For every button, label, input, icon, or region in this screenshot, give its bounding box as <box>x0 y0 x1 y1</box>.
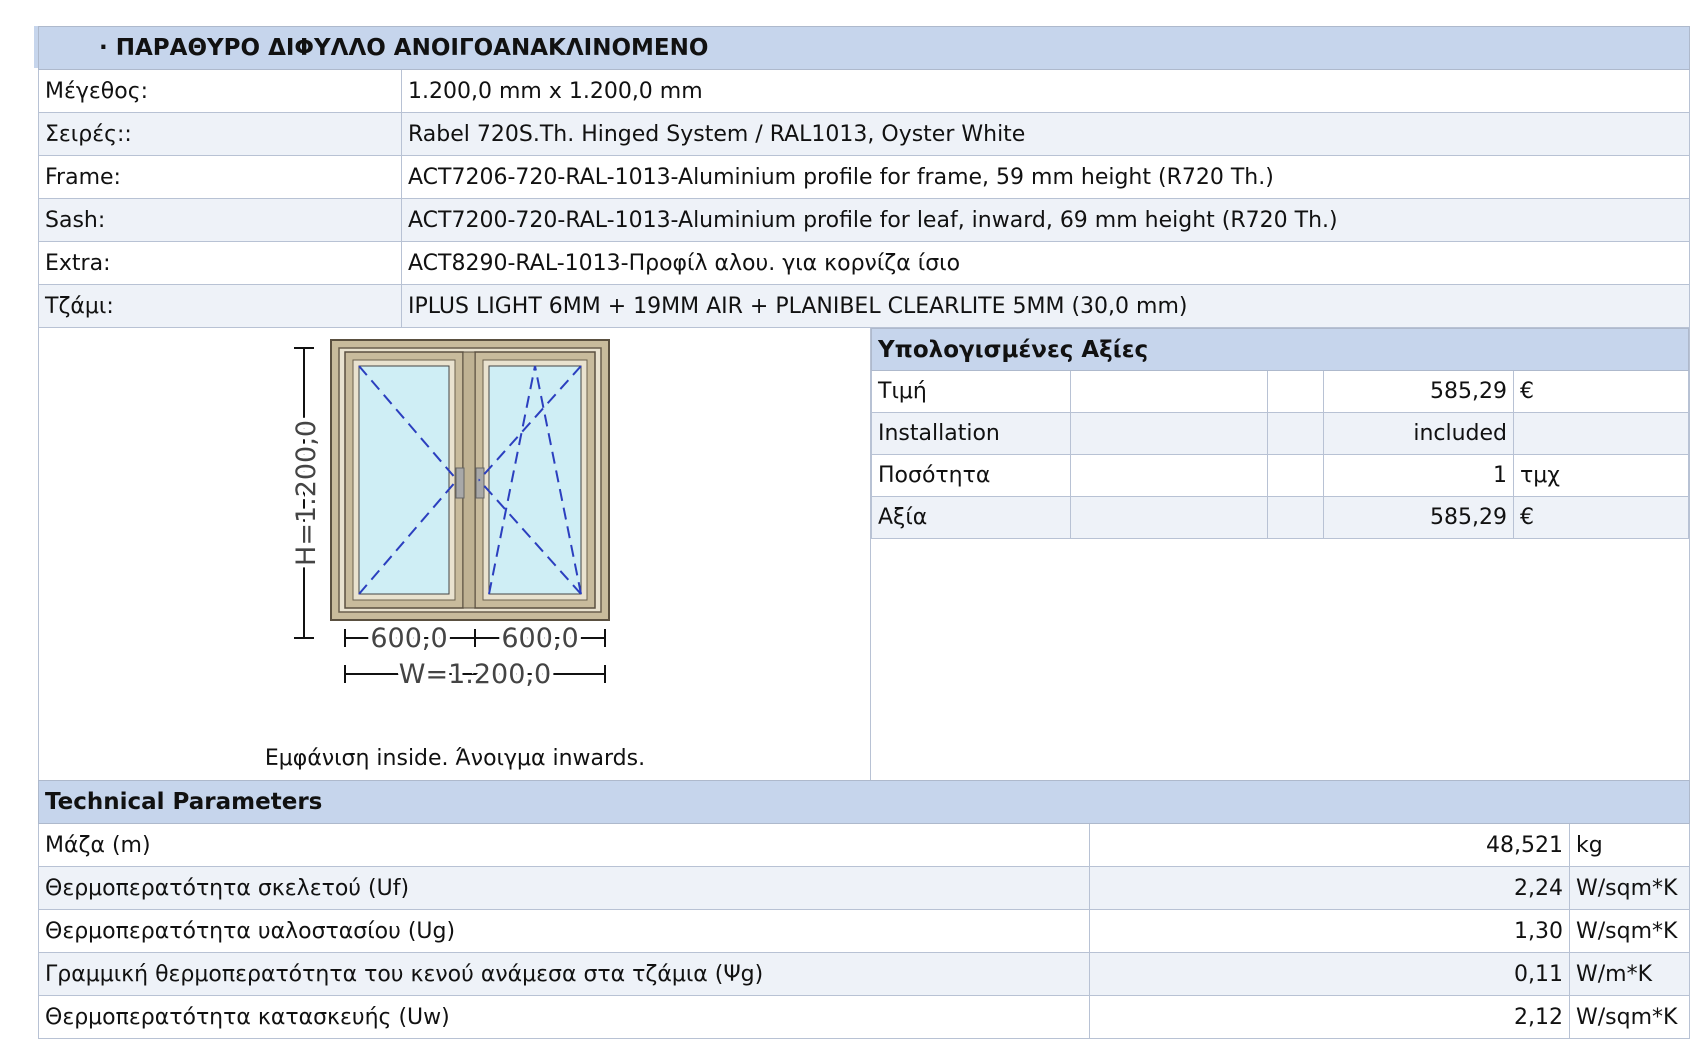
technical-header: Technical Parameters <box>38 780 1690 824</box>
technical-row: Γραμμική θερμοπερατότητα του κενού ανάμε… <box>38 952 1690 996</box>
spec-value: 1.200,0 mm x 1.200,0 mm <box>401 69 1690 113</box>
technical-row: Θερμοπερατότητα υαλοστασίου (Ug) 1,30 W/… <box>38 909 1690 953</box>
technical-unit: W/sqm*K <box>1569 866 1690 910</box>
spec-row: Frame: ACT7206-720-RAL-1013-Aluminium pr… <box>38 155 1690 199</box>
technical-header-row: Technical Parameters <box>38 780 1690 824</box>
title-row: · ΠΑΡΑΘΥΡΟ ΔΙΦΥΛΛΟ ΑΝΟΙΓΟΑΝΑΚΛΙΝΟΜΕΝΟ <box>38 26 1690 70</box>
left-glass <box>358 365 450 595</box>
spec-value: Rabel 720S.Th. Hinged System / RAL1013, … <box>401 112 1690 156</box>
calc-value: 585,29 <box>1323 370 1514 413</box>
technical-unit: W/sqm*K <box>1569 995 1690 1039</box>
calc-unit: τμχ <box>1513 454 1689 497</box>
technical-unit: W/sqm*K <box>1569 909 1690 953</box>
technical-value: 1,30 <box>1089 909 1570 953</box>
technical-value: 2,24 <box>1089 866 1570 910</box>
page-title: · ΠΑΡΑΘΥΡΟ ΔΙΦΥΛΛΟ ΑΝΟΙΓΟΑΝΑΚΛΙΝΟΜΕΝΟ <box>38 26 1690 70</box>
spec-row: Sash: ACT7200-720-RAL-1013-Aluminium pro… <box>38 198 1690 242</box>
left-width-label: 600,0 <box>370 623 447 654</box>
calc-label: Ποσότητα <box>871 454 1071 497</box>
calc-row: Ποσότητα 1 τμχ <box>871 454 1689 497</box>
spec-label: Frame: <box>38 155 402 199</box>
technical-label: Μάζα (m) <box>38 823 1090 867</box>
calc-value: included <box>1323 412 1514 455</box>
right-glass <box>488 365 582 595</box>
spec-label: Sash: <box>38 198 402 242</box>
window-drawing: H=1.200,0 600,0 600,0 W=1.200,0 Εμφάνιση… <box>39 328 871 780</box>
calc-value: 1 <box>1323 454 1514 497</box>
calc-header-row: Υπολογισμένες Αξίες <box>871 328 1689 371</box>
calc-row: Installation included <box>871 412 1689 455</box>
technical-row: Μάζα (m) 48,521 kg <box>38 823 1690 867</box>
technical-value: 0,11 <box>1089 952 1570 996</box>
calc-label: Αξία <box>871 496 1071 539</box>
spec-row: Μέγεθος: 1.200,0 mm x 1.200,0 mm <box>38 69 1690 113</box>
spec-value: ACT7206-720-RAL-1013-Aluminium profile f… <box>401 155 1690 199</box>
spec-table: · ΠΑΡΑΘΥΡΟ ΔΙΦΥΛΛΟ ΑΝΟΙΓΟΑΝΑΚΛΙΝΟΜΕΝΟ Μέ… <box>38 26 1690 328</box>
calc-header: Υπολογισμένες Αξίες <box>871 328 1689 371</box>
technical-row: Θερμοπερατότητα σκελετού (Uf) 2,24 W/sqm… <box>38 866 1690 910</box>
calc-value: 585,29 <box>1323 496 1514 539</box>
calculated-values-table: Υπολογισμένες Αξίες Τιμή 585,29 € Instal… <box>871 328 1689 539</box>
window-spec-sheet: · ΠΑΡΑΘΥΡΟ ΔΙΦΥΛΛΟ ΑΝΟΙΓΟΑΝΑΚΛΙΝΟΜΕΝΟ Μέ… <box>38 26 1690 1039</box>
calc-unit: € <box>1513 370 1689 413</box>
spec-value: ACT8290-RAL-1013-Προφίλ αλου. για κορνίζ… <box>401 241 1690 285</box>
handle-icon <box>475 467 485 499</box>
spec-value: ACT7200-720-RAL-1013-Aluminium profile f… <box>401 198 1690 242</box>
right-width-label: 600,0 <box>501 623 578 654</box>
spec-label: Σειρές:: <box>38 112 402 156</box>
spec-value: IPLUS LIGHT 6MM + 19MM AIR + PLANIBEL CL… <box>401 284 1690 328</box>
technical-unit: W/m*K <box>1569 952 1690 996</box>
drawing-caption: Εμφάνιση inside. Άνοιγμα inwards. <box>264 746 646 771</box>
spec-label: Τζάμι: <box>38 284 402 328</box>
spec-row: Σειρές:: Rabel 720S.Th. Hinged System / … <box>38 112 1690 156</box>
calc-row: Αξία 585,29 € <box>871 496 1689 539</box>
spec-row: Extra: ACT8290-RAL-1013-Προφίλ αλου. για… <box>38 241 1690 285</box>
calculated-values-panel: Υπολογισμένες Αξίες Τιμή 585,29 € Instal… <box>871 328 1689 780</box>
height-label: H=1.200,0 <box>291 420 322 566</box>
calc-unit: € <box>1513 496 1689 539</box>
calc-unit <box>1513 412 1689 455</box>
technical-parameters-table: Technical Parameters Μάζα (m) 48,521 kg … <box>38 780 1690 1039</box>
middle-section: H=1.200,0 600,0 600,0 W=1.200,0 Εμφάνιση… <box>38 328 1690 780</box>
spec-label: Extra: <box>38 241 402 285</box>
technical-row: Θερμοπερατότητα κατασκευής (Uw) 2,12 W/s… <box>38 995 1690 1039</box>
spec-row: Τζάμι: IPLUS LIGHT 6MM + 19MM AIR + PLAN… <box>38 284 1690 328</box>
spec-label: Μέγεθος: <box>38 69 402 113</box>
technical-value: 48,521 <box>1089 823 1570 867</box>
calc-label: Τιμή <box>871 370 1071 413</box>
technical-label: Θερμοπερατότητα σκελετού (Uf) <box>38 866 1090 910</box>
total-width-label: W=1.200,0 <box>399 659 551 690</box>
handle-icon <box>455 467 465 499</box>
technical-value: 2,12 <box>1089 995 1570 1039</box>
technical-unit: kg <box>1569 823 1690 867</box>
calc-label: Installation <box>871 412 1071 455</box>
technical-label: Γραμμική θερμοπερατότητα του κενού ανάμε… <box>38 952 1090 996</box>
technical-label: Θερμοπερατότητα κατασκευής (Uw) <box>38 995 1090 1039</box>
calc-row: Τιμή 585,29 € <box>871 370 1689 413</box>
technical-label: Θερμοπερατότητα υαλοστασίου (Ug) <box>38 909 1090 953</box>
window-diagram: H=1.200,0 600,0 600,0 W=1.200,0 <box>287 339 610 694</box>
